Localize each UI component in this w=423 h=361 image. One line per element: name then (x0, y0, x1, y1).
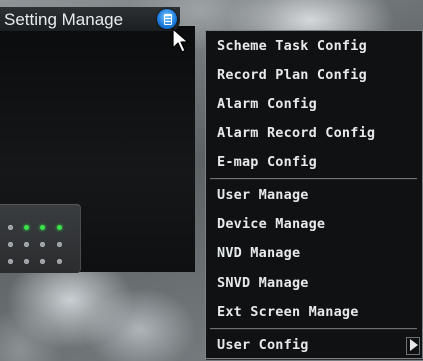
window-title: Setting Manage (4, 10, 124, 29)
menu-item-alarm-config[interactable]: Alarm Config (206, 90, 422, 118)
status-led (57, 259, 62, 264)
title-bar: Setting Manage (0, 7, 180, 31)
menu-item-record-plan-config[interactable]: Record Plan Config (206, 61, 422, 89)
menu-list-icon[interactable] (157, 9, 177, 29)
status-led (40, 259, 45, 264)
status-led (8, 225, 13, 230)
menu-item-alarm-record-config[interactable]: Alarm Record Config (206, 119, 422, 147)
device-unit-icon (0, 204, 81, 273)
menu-item-device-manage[interactable]: Device Manage (206, 210, 422, 238)
status-led (40, 225, 45, 230)
status-led (24, 242, 29, 247)
menu-separator (210, 328, 417, 330)
menu-item-emap-config[interactable]: E-map Config (206, 148, 422, 176)
menu-item-user-config[interactable]: User Config (206, 331, 422, 359)
menu-item-nvd-manage[interactable]: NVD Manage (206, 239, 422, 267)
status-led (24, 259, 29, 264)
status-led (57, 225, 62, 230)
menu-item-ext-screen-manage[interactable]: Ext Screen Manage (206, 298, 422, 326)
menu-separator (210, 178, 417, 180)
submenu-arrow-icon (406, 337, 420, 355)
status-led (24, 225, 29, 230)
menu-item-snvd-manage[interactable]: SNVD Manage (206, 269, 422, 297)
settings-context-menu: Scheme Task Config Record Plan Config Al… (205, 30, 423, 359)
menu-item-scheme-task-config[interactable]: Scheme Task Config (206, 32, 422, 60)
status-led (40, 242, 45, 247)
menu-item-user-manage[interactable]: User Manage (206, 181, 422, 209)
device-view-panel (0, 26, 195, 273)
arrow-cursor-icon (172, 28, 189, 53)
menu-item-label: User Config (217, 337, 309, 353)
status-led (57, 242, 62, 247)
status-led (8, 259, 13, 264)
status-led (8, 242, 13, 247)
